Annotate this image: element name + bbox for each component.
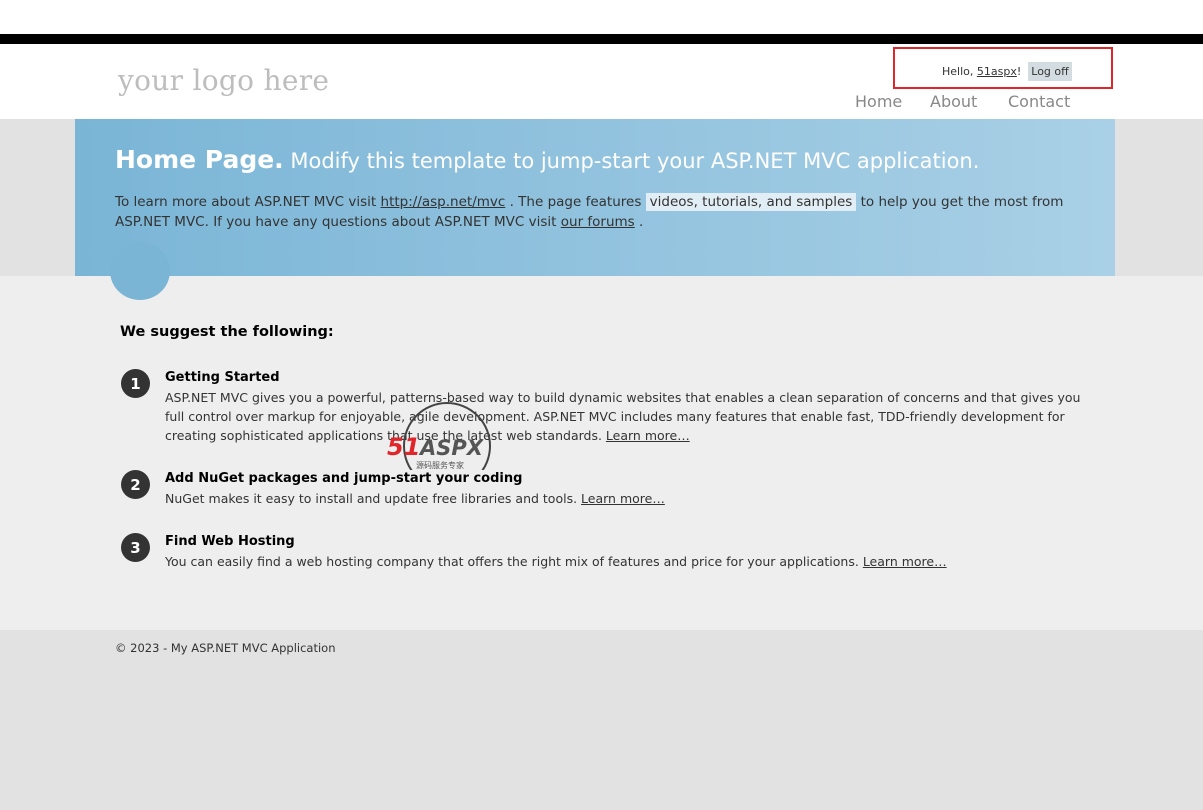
item-text-getting-started: ASP.NET MVC gives you a powerful, patter…	[165, 388, 1085, 445]
nav-contact[interactable]: Contact	[1008, 92, 1070, 111]
nav-about[interactable]: About	[930, 92, 977, 111]
item-desc: NuGet makes it easy to install and updat…	[165, 491, 582, 506]
top-black-bar	[0, 34, 1203, 44]
page-title-rest: Modify this template to jump-start your …	[283, 149, 980, 173]
watermark-tagline: 源码服务专家	[416, 460, 464, 470]
login-greeting: Hello, 51aspx!	[942, 65, 1021, 78]
asp-net-mvc-link[interactable]: http://asp.net/mvc	[381, 194, 506, 210]
page-title: Home Page. Modify this template to jump-…	[115, 145, 979, 174]
intro-text-4: .	[634, 214, 644, 230]
watermark-brand-a: 51	[387, 433, 420, 461]
item-text-hosting: You can easily find a web hosting compan…	[165, 552, 1085, 571]
nav-home[interactable]: Home	[855, 92, 902, 111]
featured-intro: To learn more about ASP.NET MVC visit ht…	[115, 192, 1075, 232]
suggest-heading: We suggest the following:	[120, 324, 334, 340]
learn-more-link-1[interactable]: Learn more…	[606, 428, 690, 443]
videos-tutorials-highlight[interactable]: videos, tutorials, and samples	[645, 193, 857, 211]
watermark-logo-icon: 51 ASPX 源码服务专家	[387, 402, 491, 490]
learn-more-link-2[interactable]: Learn more…	[581, 491, 665, 506]
watermark-brand-b: ASPX	[418, 436, 485, 460]
item-text-nuget: NuGet makes it easy to install and updat…	[165, 489, 1085, 508]
hello-excl: !	[1016, 65, 1022, 78]
logoff-button[interactable]: Log off	[1028, 62, 1072, 81]
item-title-nuget: Add NuGet packages and jump-start your c…	[165, 471, 523, 486]
item-title-getting-started: Getting Started	[165, 370, 280, 385]
username-link[interactable]: 51aspx	[977, 65, 1017, 78]
featured-decorative-circle	[110, 242, 170, 300]
hello-label: Hello,	[942, 65, 977, 78]
step-number-3: 3	[121, 533, 150, 562]
site-logo[interactable]: your logo here	[118, 64, 329, 97]
item-title-hosting: Find Web Hosting	[165, 534, 295, 549]
learn-more-link-3[interactable]: Learn more…	[863, 554, 947, 569]
intro-text-1: To learn more about ASP.NET MVC visit	[115, 194, 381, 210]
page-title-strong: Home Page.	[115, 145, 284, 174]
watermark-logo: 51 ASPX 源码服务专家	[383, 400, 515, 490]
top-strip	[0, 0, 1203, 34]
footer-copyright: © 2023 - My ASP.NET MVC Application	[115, 641, 336, 655]
step-number-2: 2	[121, 470, 150, 499]
intro-text-2: . The page features	[505, 194, 646, 210]
item-desc: You can easily find a web hosting compan…	[165, 554, 863, 569]
step-number-1: 1	[121, 369, 150, 398]
forums-link[interactable]: our forums	[561, 214, 635, 230]
